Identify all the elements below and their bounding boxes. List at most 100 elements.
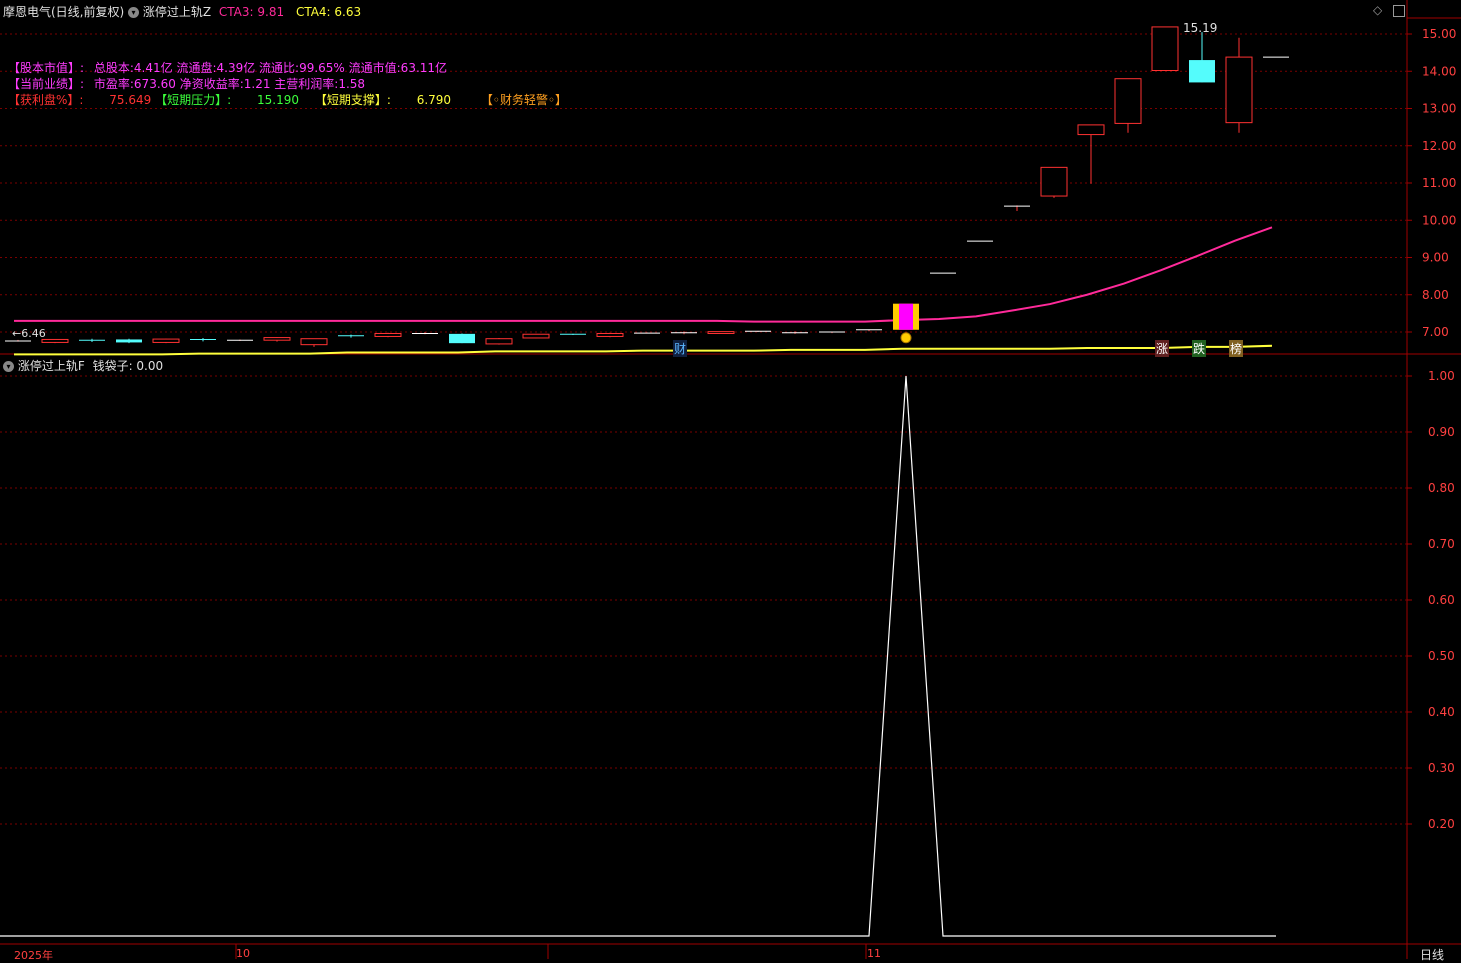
candle — [1077, 124, 1105, 184]
main-tick-label: 8.00 — [1422, 288, 1449, 302]
main-tick-label: 9.00 — [1422, 251, 1449, 265]
candle — [560, 333, 586, 335]
diamond-icon[interactable]: ◇ — [1373, 3, 1382, 17]
candle — [116, 338, 142, 344]
sub-tick-label: 0.30 — [1428, 761, 1455, 775]
candle — [522, 333, 550, 339]
candle — [79, 338, 105, 343]
main-tick-label: 11.00 — [1422, 176, 1456, 190]
sub-grid — [0, 375, 1407, 825]
sub-indicator-name[interactable]: 涨停过上轨F — [18, 359, 85, 373]
sub-tick-label: 1.00 — [1428, 369, 1455, 383]
scroll-box-icon[interactable] — [1393, 5, 1405, 17]
candle — [190, 337, 216, 342]
support-label: 【短期支撑】: — [314, 93, 391, 107]
chart-stage: 15.00 14.00 13.00 12.00 11.00 10.00 9.00 8.00 7.… — [0, 0, 1461, 962]
main-tick-label: 13.00 — [1422, 102, 1456, 116]
performance-label: 【当前业绩】: — [8, 77, 85, 91]
candle — [5, 339, 31, 342]
candle — [152, 338, 180, 344]
info-line-performance: 【当前业绩】: 市盈率:673.60 净资收益率:1.21 主营利润率:1.58 — [8, 75, 365, 92]
finance-warning: 【◦财务轻警◦】 — [480, 93, 568, 107]
candle-body — [1077, 124, 1105, 136]
profit-label: 【获利盘%】: — [8, 93, 84, 107]
chart-canvas: 15.00 14.00 13.00 12.00 11.00 10.00 9.00 8.00 7.… — [0, 0, 1461, 959]
candle — [1040, 166, 1068, 198]
candle-body — [449, 333, 475, 344]
candle — [634, 332, 660, 334]
candle — [707, 331, 735, 334]
sub-tick-label: 0.60 — [1428, 593, 1455, 607]
candle — [1114, 78, 1142, 133]
support-value: 6.790 — [416, 93, 452, 107]
sub-tick-label: 0.20 — [1428, 817, 1455, 831]
candle-body — [707, 331, 735, 334]
main-tick-label: 14.00 — [1422, 64, 1456, 78]
candle-body — [485, 338, 513, 345]
pressure-label: 【短期压力】: — [155, 93, 232, 107]
candle — [41, 338, 69, 344]
cta3-value: CTA3: 9.81 — [218, 5, 285, 19]
candle — [227, 339, 253, 341]
candle-body — [374, 332, 402, 337]
candle-body — [522, 333, 550, 339]
min-price-label: ←6.46 — [12, 327, 46, 340]
candle-body — [1189, 60, 1215, 83]
candle — [745, 330, 771, 332]
candle — [449, 333, 475, 344]
marker-zhang[interactable]: 涨 — [1155, 340, 1170, 357]
candle — [300, 338, 328, 347]
marker-die[interactable]: 跌 — [1192, 340, 1207, 357]
sub-indicator-menu-icon[interactable]: ▾ — [3, 361, 14, 372]
sub-tick-label: 0.90 — [1428, 425, 1455, 439]
marker-cai[interactable]: 财 — [673, 340, 688, 357]
sub-y-axis: 1.00 0.90 0.80 0.70 0.60 0.50 0.40 0.30 0.20 — [1407, 369, 1455, 831]
candle-body — [263, 337, 291, 341]
main-tick-label: 15.00 — [1422, 27, 1456, 41]
candle — [893, 303, 919, 344]
candle-body — [300, 338, 328, 346]
sub-indicator-value: 钱袋子: 0.00 — [92, 359, 164, 373]
candle-body — [1114, 78, 1142, 124]
indicator-menu-icon[interactable]: ▾ — [128, 7, 140, 18]
ma-line-cta3 — [14, 226, 1273, 323]
main-tick-label: 10.00 — [1422, 213, 1456, 227]
time-label-nov: 11 — [867, 947, 881, 960]
candle-body — [116, 339, 142, 343]
candle-body — [1225, 56, 1253, 124]
time-label-year: 2025年 — [14, 949, 53, 962]
period-label[interactable]: 日线 — [1420, 946, 1444, 963]
time-label-oct: 10 — [236, 947, 250, 960]
candle — [374, 332, 402, 338]
ma-line-cta4 — [14, 344, 1273, 356]
candle — [856, 329, 882, 332]
candle — [263, 337, 291, 342]
candle-body-inner — [899, 303, 913, 330]
candle — [1004, 205, 1030, 211]
candle — [1189, 32, 1215, 83]
cta4-value: CTA4: 6.63 — [295, 5, 362, 19]
main-tick-label: 7.00 — [1422, 325, 1449, 339]
sub-tick-label: 0.50 — [1428, 649, 1455, 663]
candle — [1151, 26, 1179, 72]
chart-header: 摩恩电气(日线,前复权) ▾ 涨停过上轨Z CTA3: 9.81 CTA4: 6… — [3, 3, 361, 20]
sub-tick-label: 0.80 — [1428, 481, 1455, 495]
main-y-axis: 15.00 14.00 13.00 12.00 11.00 10.00 9.00 8.00 7.… — [1407, 27, 1456, 339]
performance-content: 市盈率:673.60 净资收益率:1.21 主营利润率:1.58 — [93, 77, 366, 91]
candle — [338, 334, 364, 338]
stock-title[interactable]: 摩恩电气(日线,前复权) — [3, 5, 124, 19]
candle-body — [41, 338, 69, 343]
candle — [671, 331, 697, 335]
candle-body — [152, 338, 180, 343]
sub-chart-header: ▾ 涨停过上轨F 钱袋子: 0.00 — [3, 357, 163, 374]
profit-value: 75.649 — [109, 93, 152, 107]
main-moving-averages — [14, 226, 1273, 356]
money-bag-icon — [900, 332, 912, 344]
candle — [1225, 37, 1253, 133]
candle — [485, 337, 513, 345]
candle-body — [1040, 166, 1068, 197]
indicator-name[interactable]: 涨停过上轨Z — [143, 5, 211, 19]
candle-body — [1151, 26, 1179, 72]
marker-bang[interactable]: 榜 — [1229, 340, 1244, 357]
equity-label: 【股本市值】: — [8, 61, 85, 75]
